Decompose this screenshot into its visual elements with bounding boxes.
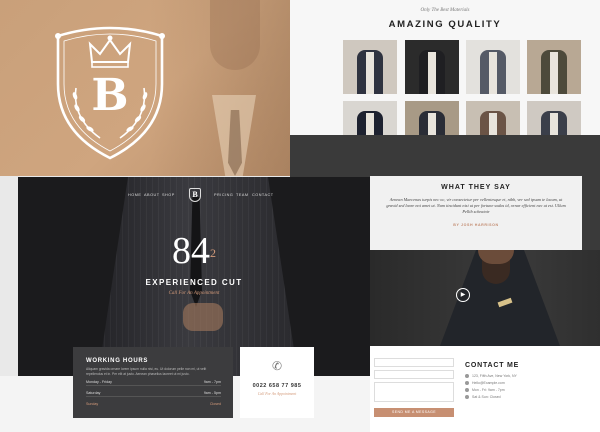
testimonial-quote: Aenean Maecenas turpis nec oc, vir conse… bbox=[386, 197, 566, 214]
send-message-button[interactable]: SEND ME A MESSAGE bbox=[374, 408, 454, 417]
nav-contact[interactable]: CONTACT bbox=[252, 193, 274, 197]
gallery-title: AMAZING QUALITY bbox=[388, 19, 502, 30]
nav-team[interactable]: TEAM bbox=[236, 193, 249, 197]
contact-line: Mon - Fri: 9am - 7pm bbox=[465, 388, 505, 393]
hours-row: Monday - Friday 9am - 7pm bbox=[86, 380, 221, 386]
mail-icon bbox=[465, 381, 469, 386]
gallery-thumbnail[interactable] bbox=[343, 40, 397, 94]
appointment-link[interactable]: Call For An Appointment bbox=[240, 392, 314, 396]
phone-card: ✆ 0022 658 77 985 Call For An Appointmen… bbox=[240, 347, 314, 418]
gallery-thumbnail[interactable] bbox=[527, 40, 581, 94]
testimonial-author: BY JOSH HARRISON bbox=[453, 223, 499, 227]
working-hours-card: WORKING HOURS Aliquam gravida ornare lor… bbox=[73, 347, 233, 418]
mockup-logo[interactable]: B bbox=[189, 188, 201, 202]
testimonial-heading: WHAT THEY SAY bbox=[441, 184, 511, 191]
hero-head bbox=[210, 0, 260, 70]
phone-number[interactable]: 0022 658 77 985 bbox=[240, 383, 314, 389]
hours-heading: WORKING HOURS bbox=[86, 358, 149, 364]
testimonial-section: WHAT THEY SAY Aenean Maecenas turpis nec… bbox=[370, 176, 582, 250]
gallery-thumbnail[interactable] bbox=[466, 40, 520, 94]
contact-line: 123, Fifth Ave, New York, NY bbox=[465, 374, 517, 379]
hours-row: Saturday 9am - 5pm bbox=[86, 391, 221, 397]
mockup-hands bbox=[183, 303, 223, 331]
contact-heading: CONTACT ME bbox=[465, 362, 520, 369]
contact-line: Sat & Sun: Closed bbox=[465, 395, 501, 400]
email-field[interactable] bbox=[374, 370, 454, 379]
clock-icon bbox=[465, 388, 469, 393]
phone-icon: ✆ bbox=[271, 359, 283, 373]
nav-pricing[interactable]: PRICING bbox=[214, 193, 233, 197]
nav-shop[interactable]: SHOP bbox=[162, 193, 175, 197]
hours-text: Aliquam gravida ornare lorem ipsum nulla… bbox=[86, 367, 207, 376]
hero-headline: EXPERIENCED CUT bbox=[145, 278, 243, 287]
clock-icon bbox=[465, 395, 469, 400]
message-field[interactable] bbox=[374, 382, 454, 402]
play-icon[interactable]: ▶ bbox=[456, 288, 470, 302]
big-number: 842 bbox=[172, 230, 216, 272]
hero-panel: B bbox=[0, 0, 290, 176]
hero-logo-letter: B bbox=[91, 70, 129, 121]
contact-section: SEND ME A MESSAGE CONTACT ME 123, Fifth … bbox=[370, 346, 600, 432]
hero-subline[interactable]: Call For An Appointment bbox=[18, 291, 370, 296]
hours-row: Sunday Closed bbox=[86, 402, 221, 406]
gallery-subtitle: Only The Best Materials bbox=[420, 8, 470, 13]
nav-home[interactable]: HOME bbox=[128, 193, 141, 197]
gallery-thumbnail[interactable] bbox=[405, 40, 459, 94]
video-section: ▶ bbox=[370, 250, 600, 346]
contact-line: Hello@Example.com bbox=[465, 381, 505, 386]
name-field[interactable] bbox=[374, 358, 454, 367]
location-icon bbox=[465, 374, 469, 379]
nav-about[interactable]: ABOUT bbox=[144, 193, 160, 197]
